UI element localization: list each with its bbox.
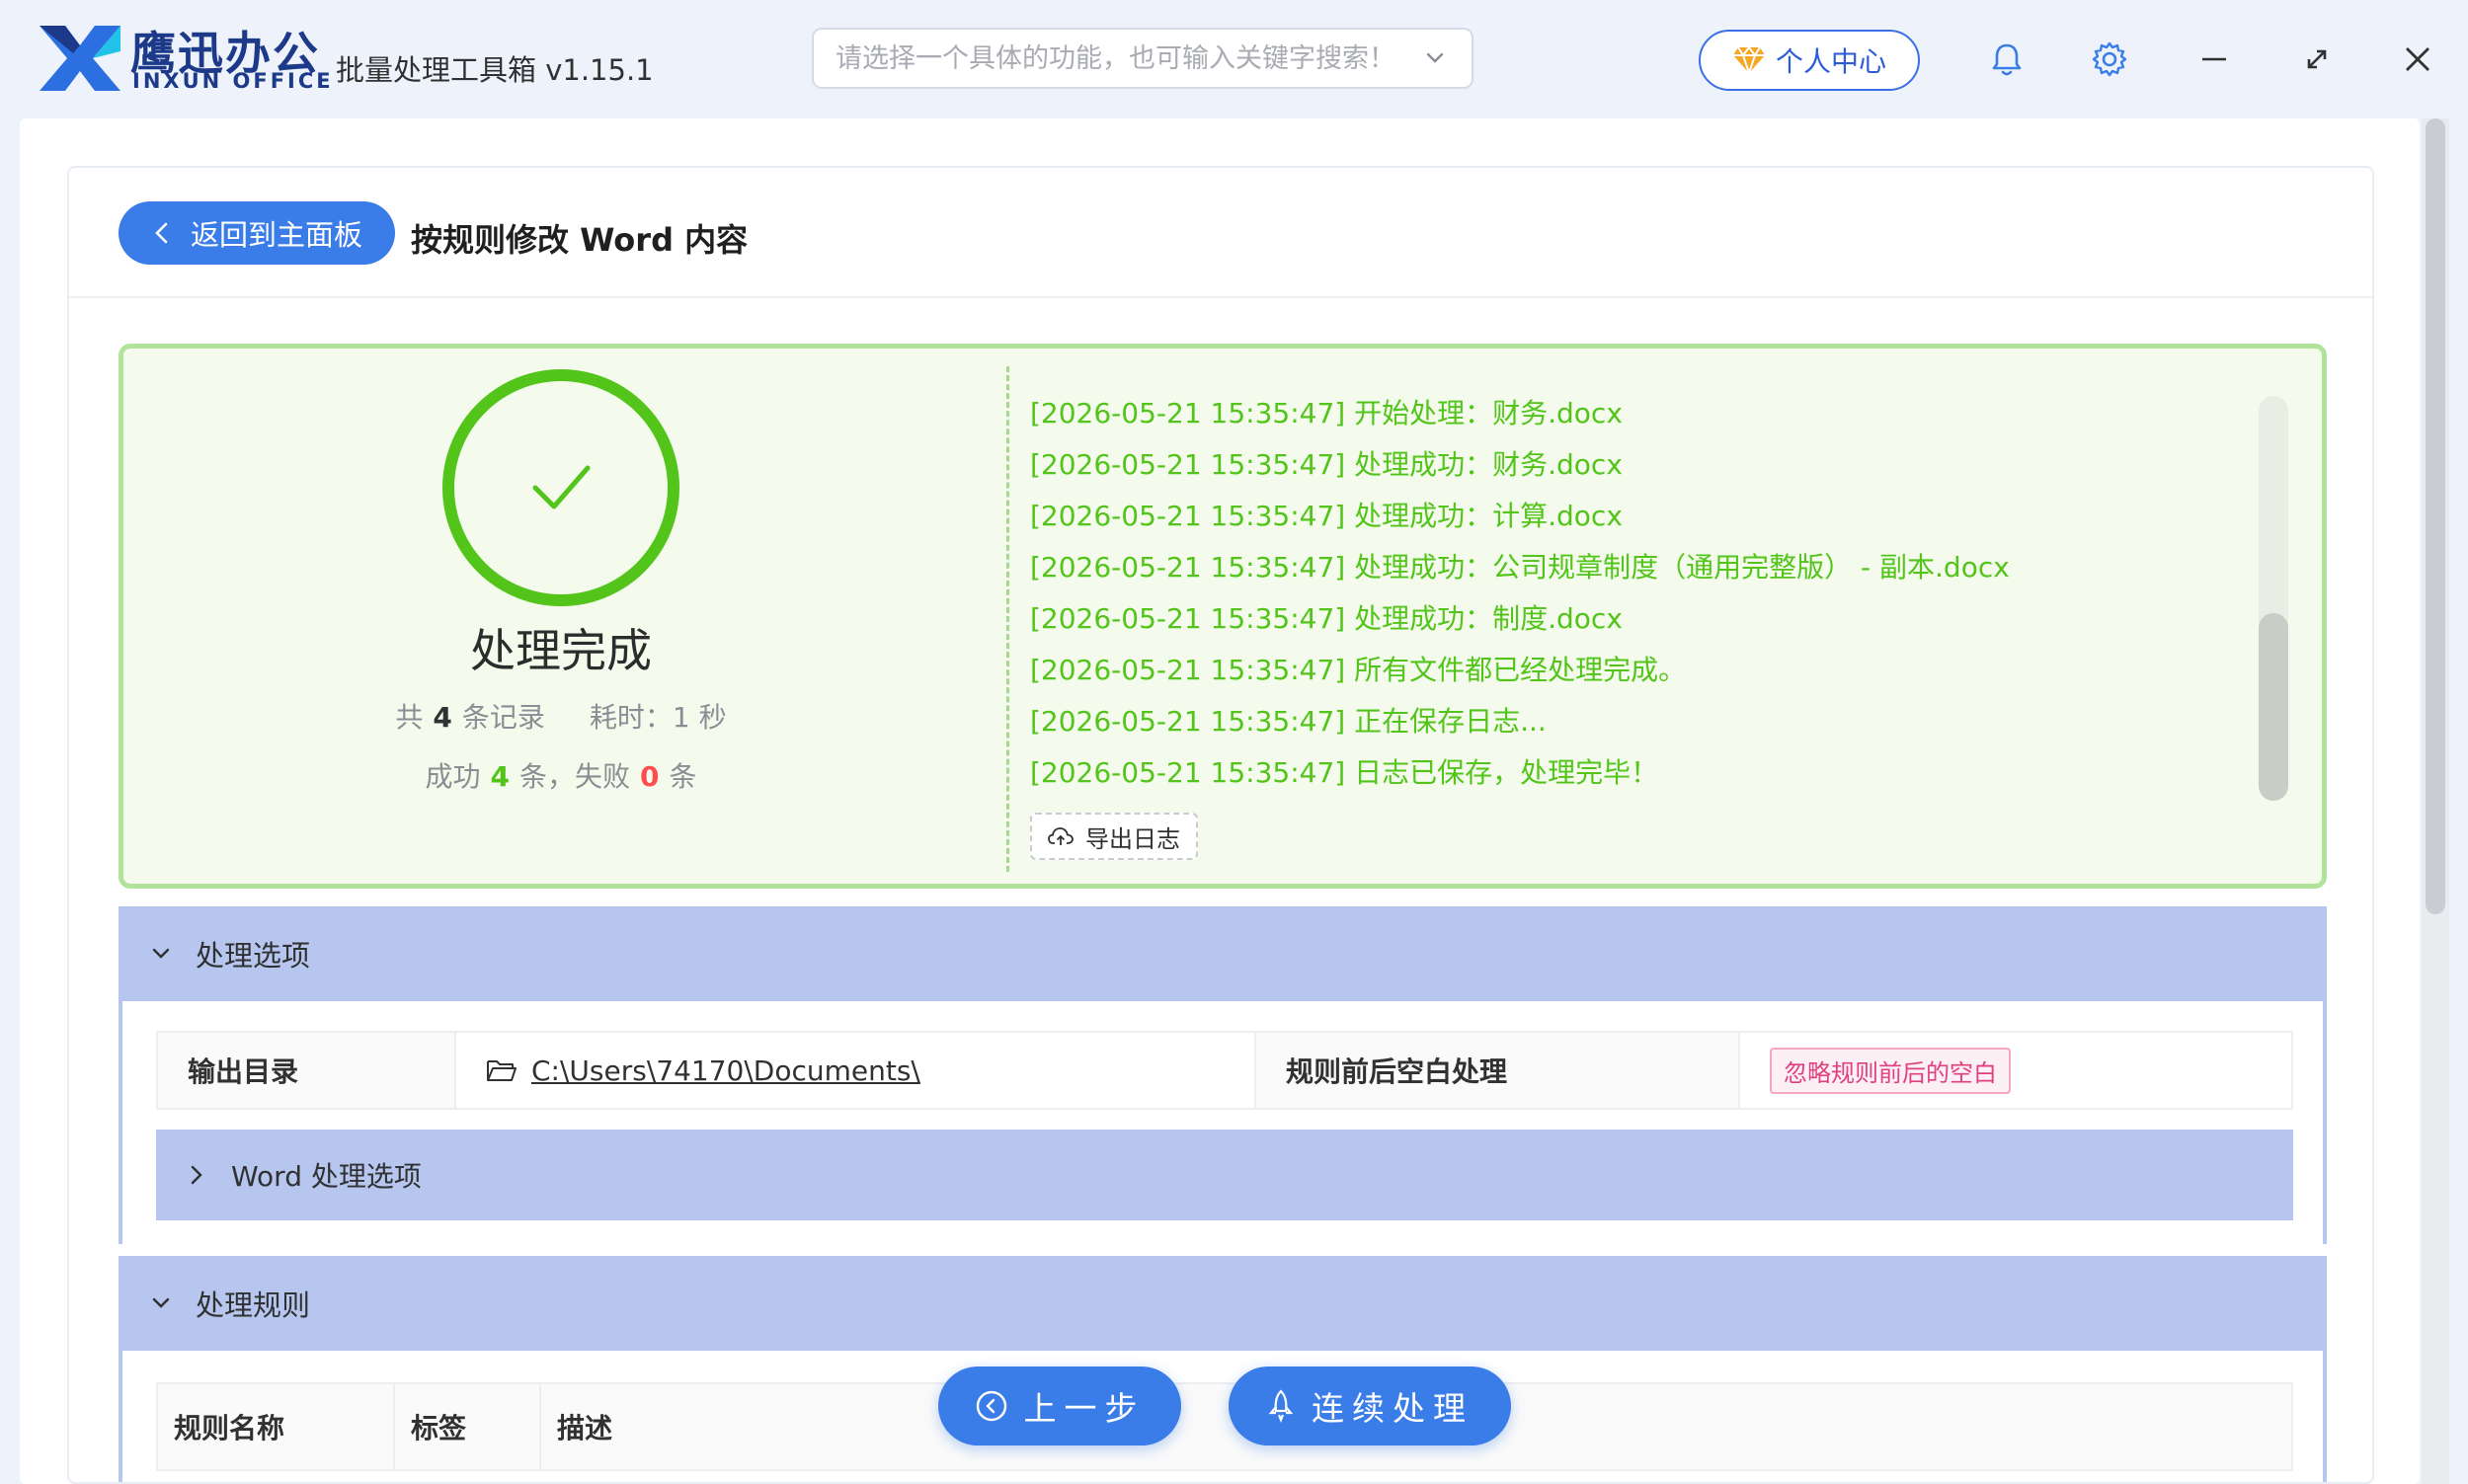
diamond-icon: [1732, 45, 1765, 75]
log-line: [2026-05-21 15:35:47] 处理成功：制度.docx: [1030, 602, 1623, 635]
bell-icon[interactable]: [1987, 39, 2027, 79]
process-log: [2026-05-21 15:35:47] 开始处理：财务.docx [2026…: [1030, 394, 2363, 805]
log-line: [2026-05-21 15:35:47] 开始处理：财务.docx: [1030, 397, 1623, 430]
word-options-label: Word 处理选项: [231, 1160, 422, 1193]
close-icon[interactable]: [2398, 39, 2437, 79]
time-prefix: 耗时：: [589, 701, 673, 734]
log-scrollbar[interactable]: [2259, 396, 2288, 801]
whitespace-tag: 忽略规则前后的空白: [1770, 1047, 2011, 1094]
column-header: 标签: [395, 1384, 541, 1469]
divider: [1006, 366, 1009, 872]
brand-name-en: INXUN OFFICE: [132, 69, 334, 93]
tool-card: 返回到主面板 按规则修改 Word 内容 处理完成 共 4 条记录 耗时：1 秒 成…: [67, 166, 2374, 1484]
log-scrollbar-thumb[interactable]: [2259, 613, 2288, 801]
chevron-left-icon: [155, 222, 168, 244]
success-check-icon: [442, 369, 679, 606]
output-dir-cell: C:\Users\74170\Documents\: [456, 1033, 1256, 1108]
options-section-body: 输出目录 C:\Users\74170\Documents\ 规则前后空白处理 …: [119, 1001, 2327, 1244]
cloud-upload-icon: [1048, 827, 1074, 845]
rules-table-header: 规则名称 标签 描述: [156, 1382, 2293, 1471]
export-log-label: 导出日志: [1085, 824, 1180, 853]
search-input[interactable]: [836, 42, 1420, 74]
output-dir-label: 输出目录: [158, 1033, 456, 1108]
fail-count: 0: [640, 760, 660, 793]
page-scrollbar-thumb[interactable]: [2426, 118, 2445, 914]
fail-suffix: 条: [669, 760, 697, 793]
rules-section-title: 处理规则: [196, 1289, 311, 1322]
total-prefix: 共: [395, 701, 424, 734]
app-title: 批量处理工具箱 v1.15.1: [336, 53, 654, 87]
time-value: 1: [672, 701, 690, 734]
title-bar: 鹰迅办公 INXUN OFFICE 批量处理工具箱 v1.15.1 个人中心: [0, 0, 2468, 118]
success-suffix: 条，失败: [518, 760, 630, 793]
continue-processing-label: 连续处理: [1312, 1389, 1473, 1428]
log-line: [2026-05-21 15:35:47] 日志已保存，处理完毕！: [1030, 756, 1659, 789]
inxun-logo-icon: [40, 26, 120, 91]
previous-step-label: 上一步: [1023, 1389, 1146, 1428]
log-line: [2026-05-21 15:35:47] 处理成功：公司规章制度（通用完整版）…: [1030, 551, 2010, 584]
rules-section-body: 规则名称 标签 描述: [119, 1351, 2327, 1482]
back-button-label: 返回到主面板: [190, 218, 362, 252]
page-title: 按规则修改 Word 内容: [411, 221, 749, 259]
rocket-icon: [1268, 1389, 1294, 1423]
success-count: 4: [490, 760, 510, 793]
continue-processing-button[interactable]: 连续处理: [1229, 1367, 1511, 1445]
options-table: 输出目录 C:\Users\74170\Documents\ 规则前后空白处理 …: [156, 1031, 2293, 1110]
user-center-button[interactable]: 个人中心: [1699, 30, 1920, 91]
options-section-header[interactable]: 处理选项: [119, 906, 2327, 1001]
rules-section-header[interactable]: 处理规则: [119, 1256, 2327, 1351]
options-section-title: 处理选项: [196, 939, 311, 973]
record-summary: 共 4 条记录 耗时：1 秒: [123, 696, 998, 736]
log-line: [2026-05-21 15:35:47] 处理成功：计算.docx: [1030, 500, 1623, 532]
success-prefix: 成功: [425, 760, 481, 793]
total-suffix: 条记录: [461, 701, 545, 734]
whitespace-label: 规则前后空白处理: [1256, 1033, 1740, 1108]
previous-step-button[interactable]: 上一步: [938, 1367, 1181, 1445]
whitespace-cell: 忽略规则前后的空白: [1740, 1033, 2291, 1108]
output-dir-link[interactable]: C:\Users\74170\Documents\: [531, 1054, 920, 1087]
user-center-label: 个人中心: [1775, 45, 1886, 78]
log-line: [2026-05-21 15:35:47] 处理成功：财务.docx: [1030, 448, 1623, 481]
minimize-icon[interactable]: [2194, 39, 2234, 79]
result-panel: 处理完成 共 4 条记录 耗时：1 秒 成功 4 条，失败 0 条 [2026-05-21 …: [119, 344, 2327, 889]
circle-chevron-left-icon: [976, 1390, 1006, 1422]
export-log-button[interactable]: 导出日志: [1030, 813, 1198, 860]
chevron-down-icon: [152, 1297, 170, 1308]
success-fail-summary: 成功 4 条，失败 0 条: [123, 755, 998, 795]
chevron-down-icon[interactable]: [1420, 43, 1450, 73]
column-header: 规则名称: [158, 1384, 395, 1469]
function-search[interactable]: [812, 28, 1473, 89]
log-line: [2026-05-21 15:35:47] 所有文件都已经处理完成。: [1030, 654, 1687, 686]
maximize-icon[interactable]: [2297, 39, 2337, 79]
word-options-header[interactable]: Word 处理选项: [156, 1130, 2293, 1220]
gear-icon[interactable]: [2090, 39, 2129, 79]
chevron-right-icon: [191, 1165, 202, 1185]
status-title: 处理完成: [470, 624, 652, 677]
folder-open-icon: [487, 1060, 517, 1081]
page-scrollbar[interactable]: [2422, 118, 2449, 1484]
card-header: 返回到主面板 按规则修改 Word 内容: [69, 168, 2372, 298]
time-unit: 秒: [698, 701, 727, 734]
back-to-dashboard-button[interactable]: 返回到主面板: [119, 201, 395, 265]
log-line: [2026-05-21 15:35:47] 正在保存日志...: [1030, 705, 1547, 738]
chevron-down-icon: [152, 948, 170, 959]
total-count: 4: [433, 701, 452, 734]
